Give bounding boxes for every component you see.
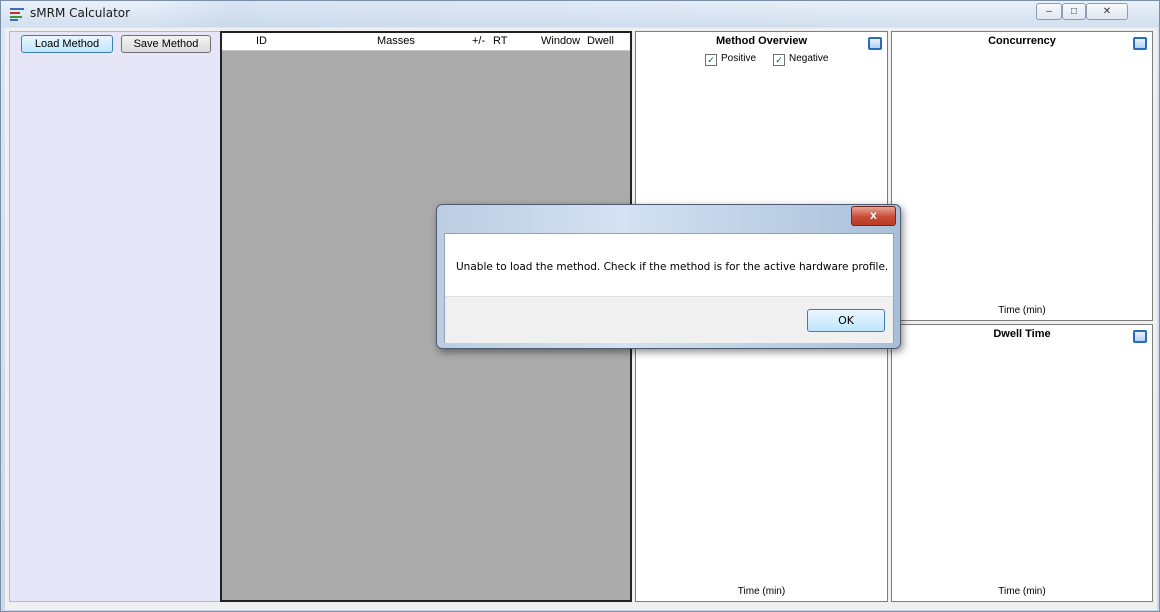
app-icon (10, 8, 24, 21)
grid-header: ID Masses +/- RT Window Dwell (222, 33, 630, 51)
chart-options-icon[interactable] (868, 37, 882, 50)
column-header-id[interactable]: ID (256, 35, 267, 47)
chart-options-icon[interactable] (1133, 330, 1147, 343)
checkbox-checked-icon: ✓ (705, 54, 717, 66)
checkbox-checked-icon: ✓ (773, 54, 785, 66)
method-overview-title: Method Overview (715, 35, 808, 47)
column-header-masses[interactable]: Masses (377, 35, 415, 47)
negative-checkbox[interactable]: ✓ Negative (773, 53, 828, 66)
dwell-time-x-label: Time (min) (998, 586, 1046, 597)
ok-button[interactable]: OK (807, 309, 885, 332)
dialog-body: Unable to load the method. Check if the … (444, 233, 894, 343)
dialog-close-button[interactable]: x (851, 206, 896, 226)
dialog-footer: OK (445, 296, 893, 343)
close-button[interactable]: ✕ (1086, 3, 1128, 20)
positive-label: Positive (721, 53, 757, 64)
column-header-rt[interactable]: RT (493, 35, 507, 47)
minimize-button[interactable]: – (1036, 3, 1062, 20)
dialog-message: Unable to load the method. Check if the … (456, 261, 889, 273)
window-title: sMRM Calculator (30, 6, 131, 20)
maximize-button[interactable]: □ (1062, 3, 1086, 20)
chart-options-icon[interactable] (1133, 37, 1147, 50)
save-method-button[interactable]: Save Method (121, 35, 211, 53)
app-window: sMRM Calculator – □ ✕ Load Method Save M… (0, 0, 1160, 612)
positive-checkbox[interactable]: ✓ Positive (705, 53, 756, 66)
background-ghost (151, 1, 891, 27)
method-overview-x-label: Time (min) (737, 586, 786, 597)
negative-label: Negative (789, 53, 829, 64)
concurrency-title: Concurrency (988, 35, 1056, 47)
concurrency-x-label: Time (min) (998, 305, 1046, 316)
concurrency-chart: Concurrency Time (min) (891, 31, 1153, 321)
left-panel: Load Method Save Method (9, 31, 221, 602)
dwell-time-title: Dwell Time (993, 328, 1051, 340)
column-header-dwell[interactable]: Dwell (587, 35, 614, 47)
column-header-window[interactable]: Window (541, 35, 580, 47)
load-method-button[interactable]: Load Method (21, 35, 113, 53)
title-bar[interactable]: sMRM Calculator – □ ✕ (1, 1, 1159, 27)
column-header-plus-minus[interactable]: +/- (472, 35, 485, 47)
error-dialog: x Unable to load the method. Check if th… (436, 204, 901, 349)
dwell-time-chart: Dwell Time Time (min) (891, 324, 1153, 602)
